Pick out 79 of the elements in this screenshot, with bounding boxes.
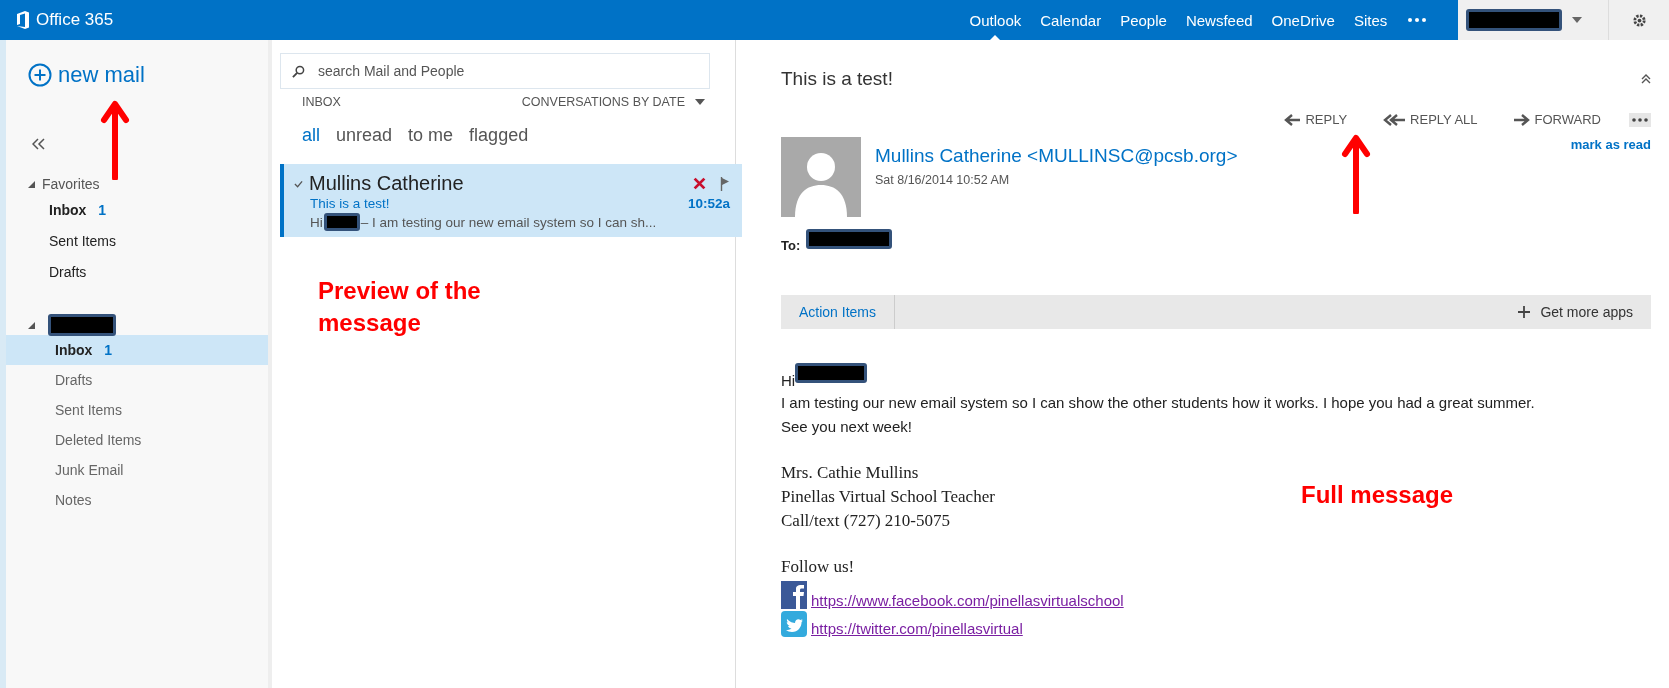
user-menu[interactable] bbox=[1458, 0, 1609, 40]
left-arrow-icon bbox=[1284, 113, 1301, 126]
unread-count: 1 bbox=[98, 201, 107, 218]
folder-item[interactable]: Inbox 1 bbox=[6, 194, 268, 225]
bird-icon bbox=[781, 611, 807, 637]
caret-icon bbox=[1572, 17, 1583, 23]
nav-link[interactable]: People bbox=[1120, 0, 1167, 40]
double-left-arrow-icon bbox=[1383, 113, 1406, 126]
filter-tab[interactable]: flagged bbox=[469, 125, 529, 146]
apps-tab[interactable]: Action Items bbox=[781, 295, 896, 329]
nav-link[interactable]: Calendar bbox=[1040, 0, 1102, 40]
message-title: This is a test! bbox=[781, 68, 893, 90]
signature-line: Call/text (727) 210-5075 bbox=[781, 510, 951, 532]
folder-item[interactable]: Notes bbox=[6, 485, 268, 515]
message-time: 10:52a bbox=[687, 196, 730, 211]
redaction-bar bbox=[323, 213, 360, 231]
folder-item[interactable]: Junk Email bbox=[6, 455, 268, 485]
redaction-bar bbox=[48, 314, 116, 336]
right-arrow-icon bbox=[1513, 113, 1530, 126]
body-text: I am testing our new email system so I can show the other students how it works. I hope you had a great summer. bbox=[781, 393, 1536, 413]
expand-triangle-icon[interactable] bbox=[28, 180, 35, 188]
flag-icon[interactable] bbox=[720, 176, 730, 191]
expand-triangle-icon[interactable] bbox=[28, 321, 35, 329]
unread-count: 1 bbox=[104, 342, 113, 358]
get-more-apps-button[interactable]: Get more apps bbox=[1500, 295, 1651, 329]
new-mail-button[interactable]: new mail bbox=[28, 62, 145, 88]
nav-link[interactable]: Outlook bbox=[969, 0, 1022, 40]
collapse-up-icon[interactable] bbox=[1641, 74, 1651, 84]
message-date: Sat 8/16/2014 10:52 AM bbox=[875, 173, 1011, 187]
preview-text: – I am testing our new email system so I can sh... bbox=[360, 214, 657, 230]
folder-item[interactable]: Deleted Items bbox=[6, 425, 268, 455]
sender-name: Mullins Catherine bbox=[309, 172, 464, 195]
filter-tab[interactable]: to me bbox=[408, 125, 454, 146]
plus-icon bbox=[1518, 306, 1531, 318]
mark-as-read-link[interactable]: mark as read bbox=[1570, 137, 1651, 152]
search-field[interactable]: search Mail and People bbox=[280, 53, 710, 89]
filter-tab[interactable]: unread bbox=[336, 125, 393, 146]
action-button[interactable]: REPLY bbox=[1276, 112, 1356, 127]
greeting-text: Hi bbox=[781, 372, 796, 389]
to-label: To: bbox=[781, 237, 801, 253]
more-icon[interactable] bbox=[1408, 18, 1427, 22]
folder-item[interactable]: Drafts bbox=[6, 256, 268, 287]
sort-dropdown[interactable]: CONVERSATIONS BY DATE bbox=[521, 95, 705, 109]
folder-item[interactable]: Sent Items bbox=[6, 395, 268, 425]
facebook-icon bbox=[781, 581, 807, 609]
message-item[interactable]: Mullins Catherine This is a test! 10:52a Hi – I am testing our new email system so I can sh... bbox=[280, 164, 742, 237]
preview-text: Hi bbox=[310, 214, 323, 230]
nav-link[interactable]: OneDrive bbox=[1271, 0, 1335, 40]
section-label: Favorites bbox=[42, 176, 100, 192]
office-logo-icon bbox=[16, 11, 30, 29]
caret-icon bbox=[695, 99, 705, 105]
folder-item[interactable]: Drafts bbox=[6, 365, 268, 395]
search-icon bbox=[292, 65, 305, 78]
more-icon[interactable] bbox=[1629, 112, 1651, 127]
signature-line: Pinellas Virtual School Teacher bbox=[781, 486, 995, 508]
sender-address[interactable]: Mullins Catherine <MULLINSC@pcsb.org> bbox=[875, 145, 1238, 167]
brand-name: Office 365 bbox=[36, 10, 114, 30]
action-button[interactable]: REPLY ALL bbox=[1375, 112, 1486, 127]
plus-circle-icon bbox=[28, 63, 52, 87]
avatar-icon bbox=[781, 137, 861, 217]
message-subject: This is a test! bbox=[310, 196, 390, 211]
settings-icon[interactable] bbox=[1631, 12, 1647, 28]
folder-title: INBOX bbox=[302, 95, 341, 109]
follow-text: Follow us! bbox=[781, 556, 855, 578]
action-button[interactable]: FORWARD bbox=[1505, 112, 1609, 127]
filter-tab[interactable]: all bbox=[302, 125, 320, 146]
nav-link[interactable]: Newsfeed bbox=[1185, 0, 1253, 40]
delete-icon[interactable] bbox=[693, 177, 706, 190]
folder-item[interactable]: Sent Items bbox=[6, 225, 268, 256]
nav-link[interactable]: Sites bbox=[1353, 0, 1388, 40]
body-text: See you next week! bbox=[781, 417, 913, 437]
checkmark-icon[interactable] bbox=[294, 179, 303, 188]
annotation-text: Preview of the message bbox=[318, 276, 482, 339]
social-link[interactable]: https://www.facebook.com/pinellasvirtualschool bbox=[811, 592, 1124, 609]
collapse-icon[interactable] bbox=[32, 138, 46, 150]
folder-item[interactable]: Inbox 1 bbox=[6, 335, 268, 365]
social-link[interactable]: https://twitter.com/pinellasvirtual bbox=[811, 620, 1023, 637]
annotation-text: Full message bbox=[1301, 481, 1454, 509]
signature-line: Mrs. Cathie Mullins bbox=[781, 462, 919, 484]
